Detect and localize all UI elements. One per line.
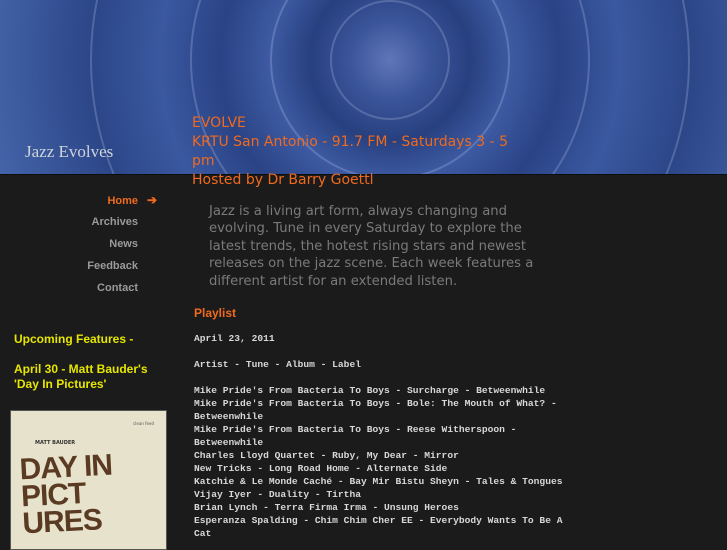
- nav-contact[interactable]: Contact: [0, 280, 160, 302]
- track-row: Mike Pride's From Bacteria To Boys - Bol…: [194, 398, 557, 422]
- nav-news[interactable]: News: [0, 236, 160, 258]
- album-label: clean feed: [133, 421, 154, 426]
- track-row: Esperanza Spalding - Chim Chim Cher EE -…: [194, 515, 563, 539]
- nav-feedback[interactable]: Feedback: [0, 258, 160, 280]
- host-info: Hosted by Dr Barry Goettl: [192, 172, 374, 188]
- track-row: Mike Pride's From Bacteria To Boys - Sur…: [194, 385, 546, 396]
- nav-home[interactable]: Home ➔: [0, 192, 160, 214]
- upcoming-title: Upcoming Features -: [14, 332, 134, 346]
- playlist: April 23, 2011 Artist - Tune - Album - L…: [194, 332, 574, 540]
- track-list: Mike Pride's From Bacteria To Boys - Sur…: [194, 384, 574, 540]
- upcoming-item: April 30 - Matt Bauder's 'Day In Picture…: [14, 361, 148, 392]
- show-info: EVOLVE KRTU San Antonio - 91.7 FM - Satu…: [192, 114, 522, 190]
- album-cover-image: clean feed MATT BAUDER DAY IN PICT URES: [10, 410, 167, 550]
- nav-home-label: Home: [107, 195, 138, 207]
- playlist-columns: Artist - Tune - Album - Label: [194, 359, 361, 370]
- track-row: Vijay Iyer - Duality - Tirtha: [194, 489, 361, 500]
- upcoming-features: Upcoming Features - April 30 - Matt Baud…: [14, 332, 174, 407]
- track-row: Katchie & Le Monde Caché - Bay Mir Bistu…: [194, 476, 563, 487]
- album-artist: MATT BAUDER: [35, 440, 76, 446]
- playlist-heading: Playlist: [194, 306, 237, 320]
- track-row: Brian Lynch - Terra Firma Irma - Unsung …: [194, 502, 459, 513]
- station-info: KRTU San Antonio - 91.7 FM - Saturdays 3…: [192, 134, 509, 169]
- intro-text: Jazz is a living art form, always changi…: [209, 204, 534, 289]
- arrow-right-icon: ➔: [146, 193, 157, 207]
- nav-archives[interactable]: Archives: [0, 214, 160, 236]
- track-row: New Tricks - Long Road Home - Alternate …: [194, 463, 448, 474]
- album-title: DAY IN PICT URES: [18, 448, 113, 541]
- playlist-date: April 23, 2011: [194, 333, 275, 344]
- track-row: Charles Lloyd Quartet - Ruby, My Dear - …: [194, 450, 459, 461]
- main-nav: Home ➔ Archives News Feedback Contact: [0, 192, 160, 302]
- show-name: EVOLVE: [192, 115, 246, 131]
- track-row: Mike Pride's From Bacteria To Boys - Ree…: [194, 424, 517, 448]
- site-title: Jazz Evolves: [25, 142, 114, 161]
